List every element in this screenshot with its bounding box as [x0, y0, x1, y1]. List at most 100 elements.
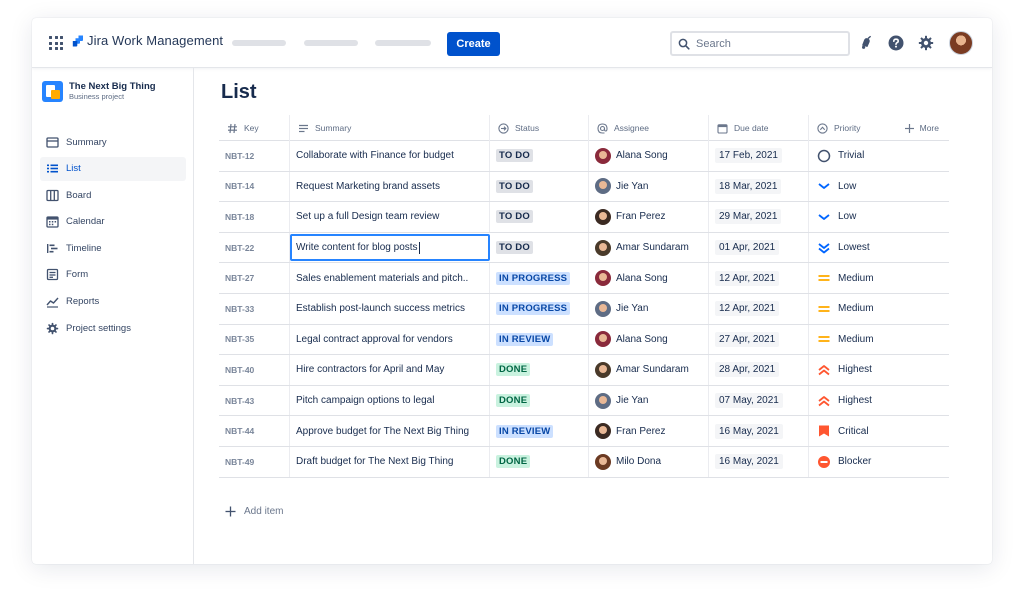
issue-summary[interactable]: Draft budget for The Next Big Thing — [290, 446, 490, 477]
due-date-cell[interactable]: 28 Apr, 2021 — [709, 355, 809, 385]
status-lozenge[interactable]: DONE — [496, 363, 531, 377]
due-date-cell[interactable]: 29 Mar, 2021 — [709, 202, 809, 232]
table-row[interactable]: NBT-14 Request Marketing brand assets TO D… — [219, 171, 949, 203]
priority-cell[interactable]: Medium — [809, 294, 949, 324]
due-date-cell[interactable]: 07 May, 2021 — [709, 385, 809, 416]
status-cell[interactable]: IN PROGRESS — [490, 263, 589, 293]
table-row[interactable]: NBT-35 Legal contract approval for vendor… — [219, 324, 949, 356]
due-date-cell[interactable]: 17 Feb, 2021 — [709, 141, 809, 171]
issue-key[interactable]: NBT-35 — [219, 324, 290, 355]
priority-cell[interactable]: Blocker — [809, 447, 949, 477]
status-cell[interactable]: IN REVIEW — [490, 416, 589, 446]
assignee-cell[interactable]: Alana Song — [589, 324, 709, 355]
status-cell[interactable]: DONE — [490, 355, 589, 385]
status-lozenge[interactable]: DONE — [496, 394, 531, 408]
sidebar-item-calendar[interactable]: Calendar — [40, 210, 186, 234]
status-cell[interactable]: DONE — [490, 446, 589, 477]
priority-cell[interactable]: Trivial — [809, 141, 949, 171]
assignee-cell[interactable]: Fran Perez — [589, 416, 709, 446]
project-header[interactable]: The Next Big Thing Business project — [42, 81, 156, 102]
issue-key[interactable]: NBT-27 — [219, 263, 290, 293]
column-header-key[interactable]: Key — [219, 115, 290, 141]
priority-cell[interactable]: Highest — [809, 355, 949, 385]
sidebar-item-project-settings[interactable]: Project settings — [40, 316, 186, 340]
table-row[interactable]: NBT-27 Sales enablement materials and pit… — [219, 263, 949, 294]
issue-key[interactable]: NBT-43 — [219, 385, 290, 416]
priority-cell[interactable]: Lowest — [809, 233, 949, 263]
notifications-icon[interactable] — [858, 35, 874, 51]
assignee-cell[interactable]: Fran Perez — [589, 202, 709, 232]
status-cell[interactable]: IN PROGRESS — [490, 293, 589, 324]
status-cell[interactable]: DONE — [490, 385, 589, 416]
due-date-cell[interactable]: 12 Apr, 2021 — [709, 263, 809, 293]
column-header-due-date[interactable]: Due date — [709, 115, 809, 141]
status-cell[interactable]: IN REVIEW — [490, 324, 589, 355]
due-date-cell[interactable]: 16 May, 2021 — [709, 416, 809, 446]
assignee-cell[interactable]: Jie Yan — [589, 385, 709, 416]
issue-key[interactable]: NBT-40 — [219, 355, 290, 385]
assignee-cell[interactable]: Amar Sundaram — [589, 355, 709, 385]
status-lozenge[interactable]: TO DO — [496, 149, 533, 163]
priority-cell[interactable]: Low — [809, 202, 949, 232]
status-lozenge[interactable]: TO DO — [496, 179, 533, 193]
product-logo[interactable]: Jira Work Management — [72, 33, 223, 48]
status-lozenge[interactable]: IN PROGRESS — [496, 271, 571, 285]
status-lozenge[interactable]: IN REVIEW — [496, 424, 554, 438]
status-cell[interactable]: TO DO — [490, 171, 589, 202]
status-lozenge[interactable]: IN REVIEW — [496, 332, 554, 346]
issue-key[interactable]: NBT-18 — [219, 202, 290, 232]
issue-summary[interactable]: Approve budget for The Next Big Thing — [290, 416, 490, 446]
column-header-summary[interactable]: Summary — [290, 115, 490, 141]
settings-gear-icon[interactable] — [918, 35, 934, 51]
priority-cell[interactable]: Medium — [809, 325, 949, 355]
table-row[interactable]: NBT-12 Collaborate with Finance for budge… — [219, 141, 949, 172]
issue-summary[interactable]: Legal contract approval for vendors — [290, 324, 490, 355]
sidebar-item-list[interactable]: List — [40, 156, 186, 181]
issue-summary[interactable]: Set up a full Design team review — [290, 202, 490, 232]
due-date-cell[interactable]: 01 Apr, 2021 — [709, 232, 809, 263]
add-item-button[interactable]: Add item — [225, 506, 283, 517]
table-row[interactable]: NBT-44 Approve budget for The Next Big Th… — [219, 416, 949, 447]
assignee-cell[interactable]: Jie Yan — [589, 171, 709, 202]
issue-key[interactable]: NBT-33 — [219, 293, 290, 324]
issue-key[interactable]: NBT-14 — [219, 171, 290, 202]
assignee-cell[interactable]: Milo Dona — [589, 446, 709, 477]
app-switcher-icon[interactable] — [49, 36, 63, 50]
priority-cell[interactable]: Highest — [809, 386, 949, 416]
table-row[interactable]: NBT-40 Hire contractors for April and May… — [219, 355, 949, 386]
due-date-cell[interactable]: 27 Apr, 2021 — [709, 324, 809, 355]
table-row[interactable]: NBT-22 Write content for blog posts TO DO A… — [219, 232, 949, 264]
assignee-cell[interactable]: Alana Song — [589, 263, 709, 293]
priority-cell[interactable]: Critical — [809, 416, 949, 446]
sidebar-item-reports[interactable]: Reports — [40, 290, 186, 314]
sidebar-item-board[interactable]: Board — [40, 183, 186, 207]
priority-cell[interactable]: Medium — [809, 263, 949, 293]
search-input[interactable] — [696, 37, 836, 50]
status-cell[interactable]: TO DO — [490, 232, 589, 263]
issue-summary[interactable]: Sales enablement materials and pitch.. — [290, 263, 490, 293]
priority-cell[interactable]: Low — [809, 172, 949, 202]
assignee-cell[interactable]: Amar Sundaram — [589, 232, 709, 263]
issue-summary[interactable]: Hire contractors for April and May — [290, 355, 490, 385]
sidebar-item-timeline[interactable]: Timeline — [40, 236, 186, 260]
status-lozenge[interactable]: TO DO — [496, 210, 533, 224]
search-box[interactable] — [670, 31, 850, 56]
table-row[interactable]: NBT-49 Draft budget for The Next Big Thin… — [219, 446, 949, 478]
issue-key[interactable]: NBT-44 — [219, 416, 290, 446]
status-cell[interactable]: TO DO — [490, 202, 589, 232]
status-cell[interactable]: TO DO — [490, 141, 589, 171]
issue-summary[interactable]: Collaborate with Finance for budget — [290, 141, 490, 171]
status-lozenge[interactable]: DONE — [496, 455, 531, 469]
table-row[interactable]: NBT-43 Pitch campaign options to legal DON… — [219, 385, 949, 417]
issue-summary[interactable]: Request Marketing brand assets — [290, 171, 490, 202]
more-columns-button[interactable]: More — [904, 123, 939, 134]
table-row[interactable]: NBT-33 Establish post-launch success metr… — [219, 293, 949, 325]
sidebar-item-form[interactable]: Form — [40, 263, 186, 287]
assignee-cell[interactable]: Jie Yan — [589, 293, 709, 324]
issue-key[interactable]: NBT-22 — [219, 232, 290, 263]
status-lozenge[interactable]: IN PROGRESS — [496, 302, 571, 316]
sidebar-item-summary[interactable]: Summary — [40, 130, 186, 154]
issue-summary[interactable]: Pitch campaign options to legal — [290, 385, 490, 416]
due-date-cell[interactable]: 12 Apr, 2021 — [709, 293, 809, 324]
assignee-cell[interactable]: Alana Song — [589, 141, 709, 171]
